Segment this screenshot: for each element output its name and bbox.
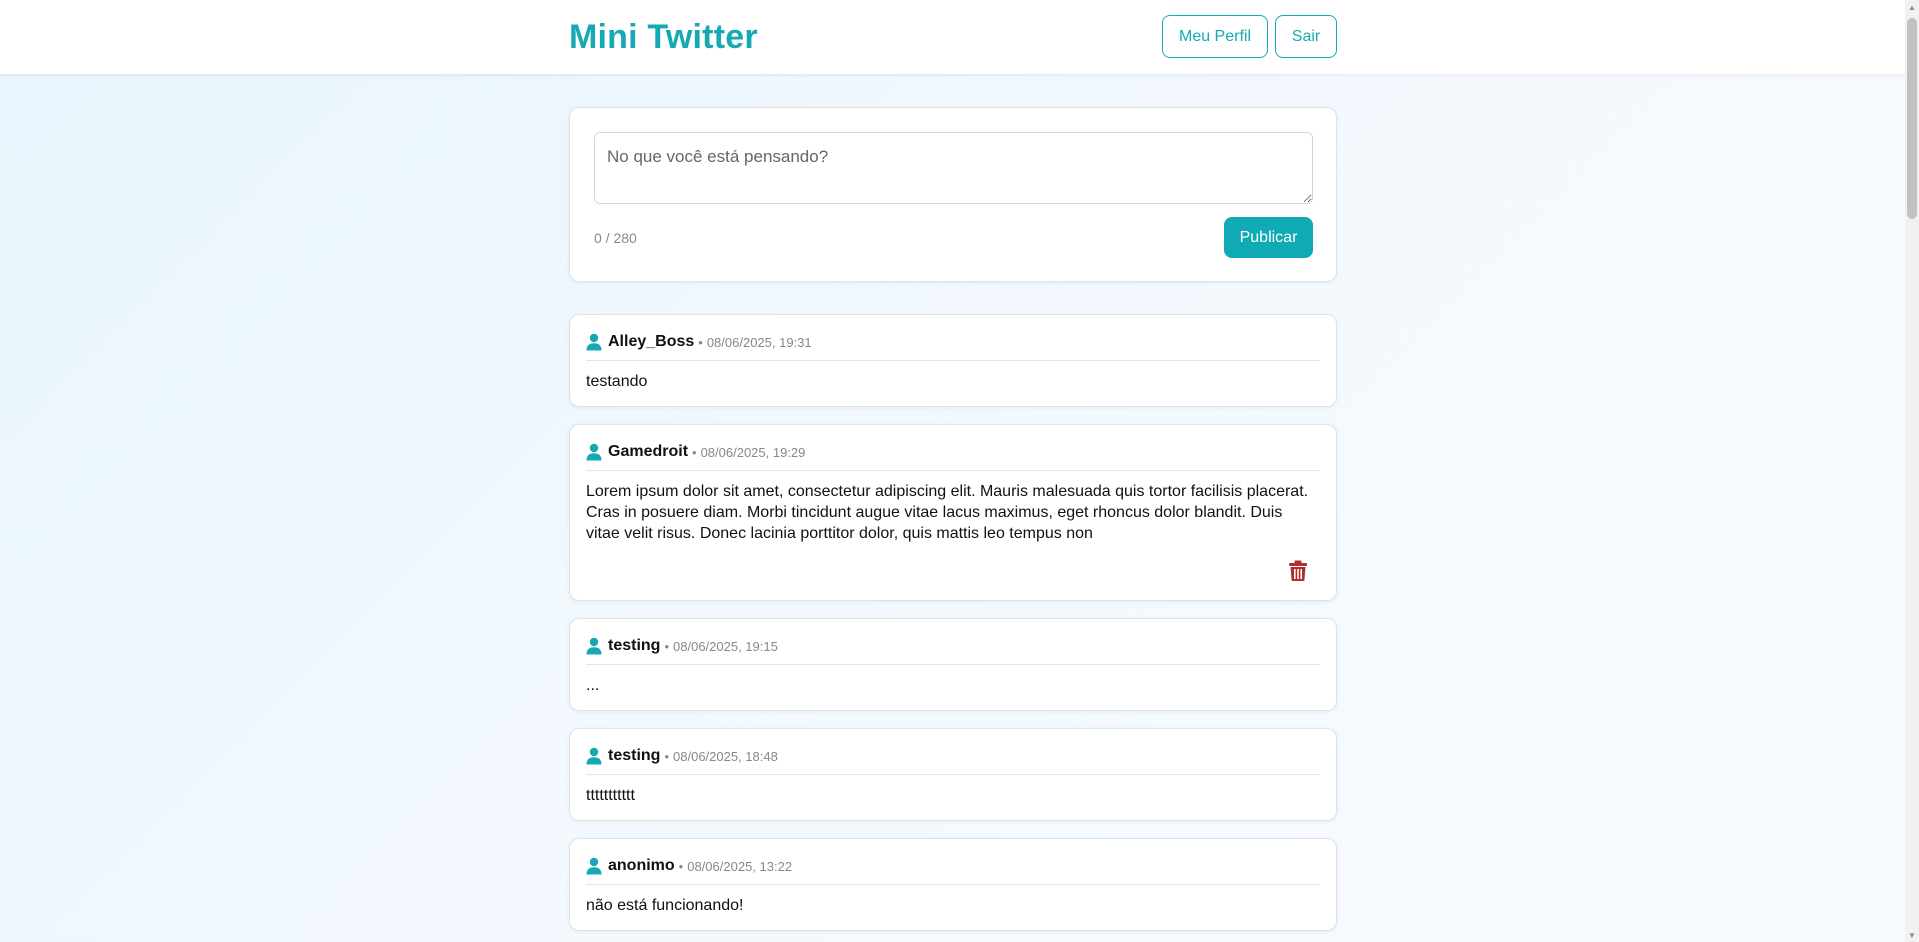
post-divider	[586, 884, 1320, 885]
logout-button[interactable]: Sair	[1275, 15, 1337, 58]
post-divider	[586, 360, 1320, 361]
post-divider	[586, 470, 1320, 471]
post-card: Gamedroit • 08/06/2025, 19:29 Lorem ipsu…	[569, 424, 1337, 601]
post-text: Lorem ipsum dolor sit amet, consectetur …	[586, 483, 1309, 542]
post-divider	[586, 774, 1320, 775]
post-timestamp: 08/06/2025, 13:22	[687, 858, 793, 874]
meta-separator: •	[678, 858, 684, 874]
post-author[interactable]: testing	[608, 637, 660, 655]
post-text: ...	[586, 677, 600, 694]
trash-icon[interactable]	[1288, 560, 1308, 582]
post-text: ttttttttttt	[586, 787, 635, 804]
user-icon	[586, 747, 602, 765]
post-header: anonimo • 08/06/2025, 13:22	[586, 856, 1320, 876]
post-header: Alley_Boss • 08/06/2025, 19:31	[586, 332, 1320, 352]
post-header: testing • 08/06/2025, 18:48	[586, 746, 1320, 766]
post-timestamp: 08/06/2025, 18:48	[673, 748, 778, 764]
post-timestamp: 08/06/2025, 19:15	[673, 638, 778, 654]
tweet-input[interactable]	[594, 132, 1313, 204]
top-navbar: Mini Twitter Meu Perfil Sair	[0, 0, 1905, 74]
post-text: não está funcionando!	[586, 897, 744, 914]
post-card: testing • 08/06/2025, 19:15 ...	[569, 618, 1337, 711]
character-counter: 0 / 280	[594, 230, 637, 246]
post-card: anonimo • 08/06/2025, 13:22 não está fun…	[569, 838, 1337, 931]
meta-separator: •	[698, 334, 703, 350]
post-author[interactable]: anonimo	[608, 857, 675, 875]
post-header: Gamedroit • 08/06/2025, 19:29	[586, 442, 1320, 462]
publish-button[interactable]: Publicar	[1224, 217, 1313, 258]
user-icon	[586, 333, 602, 351]
post-author[interactable]: Gamedroit	[608, 443, 688, 461]
post-timestamp: 08/06/2025, 19:31	[706, 334, 812, 350]
post-divider	[586, 664, 1320, 665]
app-brand[interactable]: Mini Twitter	[569, 18, 758, 57]
meta-separator: •	[664, 748, 670, 764]
post-actions	[586, 544, 1320, 586]
post-header: testing • 08/06/2025, 19:15	[586, 636, 1320, 656]
user-icon	[586, 443, 602, 461]
meta-separator: •	[664, 638, 670, 654]
post-timestamp: 08/06/2025, 19:29	[700, 444, 806, 460]
my-profile-button[interactable]: Meu Perfil	[1162, 15, 1268, 58]
meta-separator: •	[692, 444, 697, 460]
post-card: Alley_Boss • 08/06/2025, 19:31 testando	[569, 314, 1337, 407]
user-icon	[586, 857, 602, 875]
scrollbar-thumb[interactable]	[1907, 18, 1917, 219]
page-scrollbar[interactable]: ▲ ▼	[1905, 0, 1919, 942]
tweet-composer: 0 / 280 Publicar	[569, 107, 1337, 282]
tweet-feed: Alley_Boss • 08/06/2025, 19:31 testando …	[569, 314, 1337, 942]
scroll-down-arrow-icon[interactable]: ▼	[1905, 928, 1919, 942]
post-card: testing • 08/06/2025, 18:48 ttttttttttt	[569, 728, 1337, 821]
user-icon	[586, 637, 602, 655]
post-author[interactable]: Alley_Boss	[608, 333, 694, 351]
scroll-up-arrow-icon[interactable]: ▲	[1905, 0, 1919, 14]
post-author[interactable]: testing	[608, 747, 660, 765]
post-text: testando	[586, 373, 648, 390]
